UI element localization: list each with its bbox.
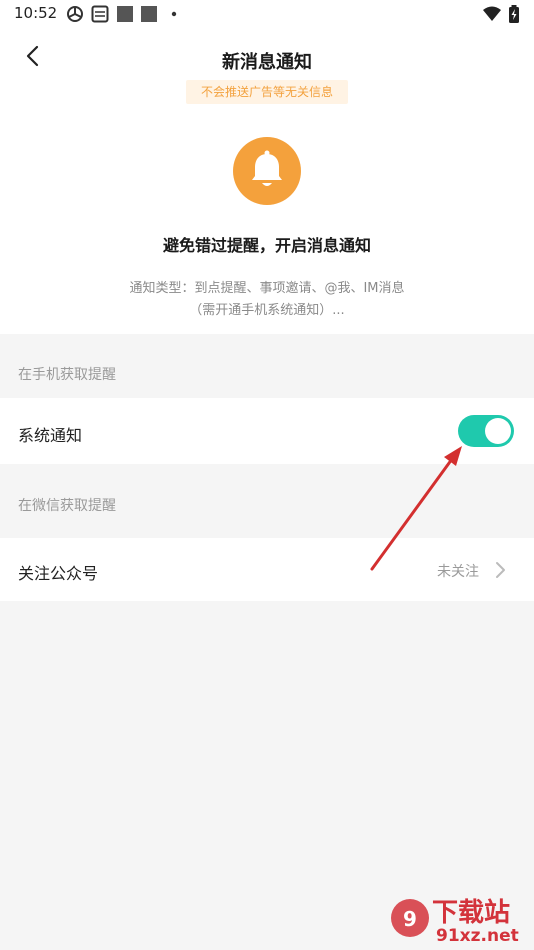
notification-square-icon [117,6,133,22]
hero-headline: 避免错过提醒，开启消息通知 [162,236,371,255]
wifi-icon [483,6,501,21]
notify-types-desc: 通知类型：到点提醒、事项邀请、@我、IM消息 [129,281,405,296]
system-notify-label: 系统通知 [18,426,83,445]
page-title: 新消息通知 [222,52,312,73]
site-watermark: 9 下载站 91xz.net [388,892,534,950]
chevron-right-icon [496,562,505,578]
svg-text:9: 9 [403,907,417,931]
status-time: 10:52 [14,4,58,22]
follow-status: 未关注 [437,564,479,580]
wechat-section-title: 在微信获取提醒 [18,498,116,514]
sim-card-icon [91,5,109,23]
no-ads-tag: 不会推送广告等无关信息 [186,80,348,104]
watermark-line1: 下载站 [432,898,511,928]
toggle-knob [485,418,511,444]
watermark-line2: 91xz.net [436,926,519,946]
phone-section-title: 在手机获取提醒 [18,367,116,383]
battery-charging-icon [509,5,519,23]
sync-icon [67,6,83,22]
more-notifications-dot-icon [171,11,177,17]
notification-square-icon-2 [141,6,157,22]
notify-types-note: （需开通手机系统通知）... [189,303,345,318]
system-notify-row: 系统通知 [0,398,534,464]
bell-icon [252,150,282,186]
system-notify-toggle[interactable] [458,415,514,447]
follow-account-label: 关注公众号 [18,564,99,583]
bell-badge [233,137,301,205]
status-bar: 10:52 [0,0,534,30]
watermark-logo-icon: 9 [391,899,429,937]
follow-account-row[interactable]: 关注公众号 未关注 [0,538,534,601]
